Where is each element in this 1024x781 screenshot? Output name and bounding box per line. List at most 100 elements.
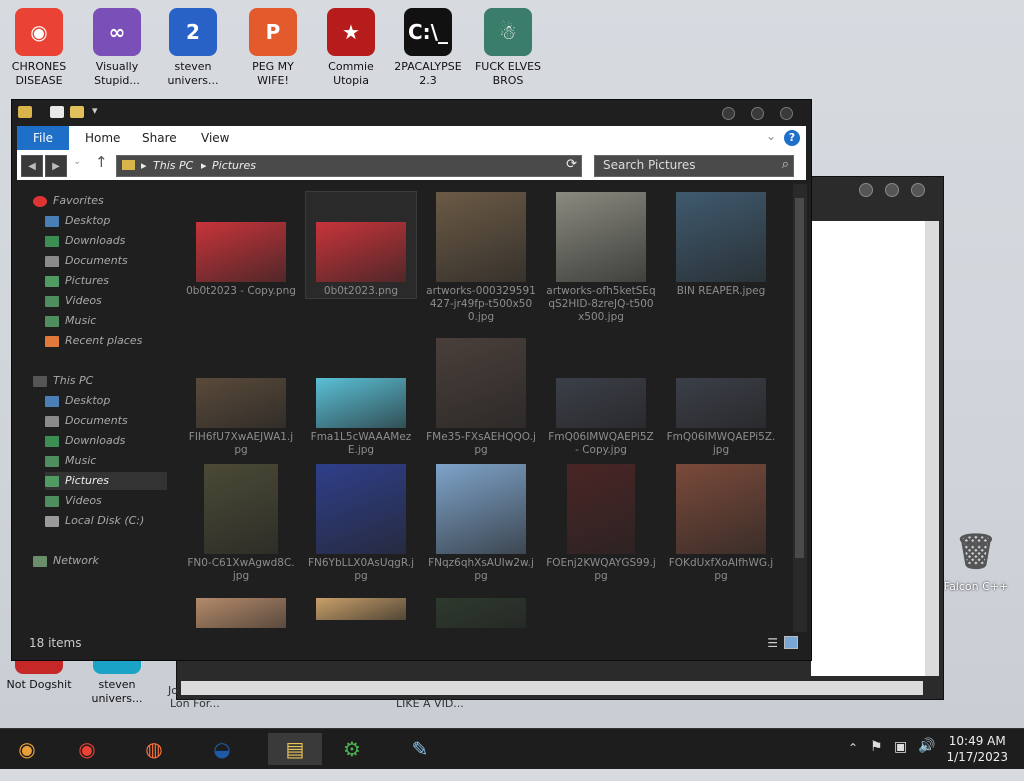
taskbar-network-app-button[interactable]: ⚙: [332, 733, 372, 765]
search-icon[interactable]: ⌕: [782, 157, 789, 172]
file-item[interactable]: [306, 598, 416, 623]
file-item[interactable]: BIN REAPER.jpeg: [666, 192, 776, 298]
file-item[interactable]: FNqz6qhXsAUIw2w.jpg: [426, 464, 536, 583]
taskbar-notepad-button[interactable]: ✎: [400, 733, 440, 765]
file-item[interactable]: 0b0t2023.png: [305, 191, 417, 299]
taskbar-firefox-button[interactable]: ◍: [134, 733, 174, 765]
tab-home[interactable]: Home: [85, 126, 120, 150]
sidebar-item[interactable]: Recent places: [45, 332, 142, 350]
file-item[interactable]: FOEnj2KWQAYGS99.jpg: [546, 464, 656, 583]
desktop-icon[interactable]: C:\_ 2PACALYPSE 2.3: [390, 8, 466, 88]
refresh-icon[interactable]: ⟳: [566, 157, 577, 172]
bg-close-button[interactable]: [911, 183, 925, 197]
file-item[interactable]: artworks-ofh5ketSEqqS2HID-8zreJQ-t500x50…: [546, 192, 656, 324]
sidebar-item[interactable]: Videos: [45, 492, 102, 510]
file-item[interactable]: FN6YbLLX0AsUqgR.jpg: [306, 464, 416, 583]
new-folder-icon[interactable]: [70, 106, 84, 118]
desktop-app-icon: P: [249, 8, 297, 56]
explorer-titlebar[interactable]: ▾: [12, 100, 811, 126]
maximize-button[interactable]: [751, 107, 764, 120]
sidebar-item[interactable]: Network: [33, 552, 99, 570]
desktop-icon-label: Visually Stupid...: [94, 60, 140, 87]
file-item[interactable]: artworks-000329591427-jr49fp-t500x500.jp…: [426, 192, 536, 324]
taskbar-obama-button[interactable]: ◒: [202, 733, 242, 765]
sidebar-item-label: Desktop: [65, 214, 111, 227]
file-name: FOEnj2KWQAYGS99.jpg: [546, 557, 656, 582]
sidebar-item[interactable]: Favorites: [33, 192, 104, 210]
desktop-icon-label: 2PACALYPSE 2.3: [394, 60, 462, 87]
file-item[interactable]: [186, 598, 296, 628]
breadcrumb-pictures[interactable]: Pictures: [212, 159, 256, 172]
desktop-icon-label: CHRONES DISEASE: [11, 60, 67, 87]
bg-vertical-scrollbar[interactable]: [925, 221, 939, 676]
desktop-icon[interactable]: ☃ FUCK ELVES BROS: [470, 8, 546, 88]
up-button[interactable]: ↑: [95, 153, 108, 171]
bg-minimize-button[interactable]: [859, 183, 873, 197]
chevron-down-icon[interactable]: ▾: [92, 104, 98, 117]
folder-icon: [45, 495, 59, 507]
file-item[interactable]: FN0-C61XwAgwd8C.jpg: [186, 464, 296, 583]
tab-view[interactable]: View: [201, 126, 229, 150]
clock[interactable]: 10:49 AM 1/17/2023: [946, 733, 1008, 765]
file-item[interactable]: Fma1L5cWAAAMezE.jpg: [306, 338, 416, 457]
file-item[interactable]: 0b0t2023 - Copy.png: [186, 192, 296, 298]
breadcrumb-this-pc[interactable]: This PC: [153, 159, 193, 172]
sidebar-item[interactable]: Pictures: [45, 472, 167, 490]
recent-locations-icon[interactable]: ⌄: [73, 156, 81, 167]
desktop-icon[interactable]: 2 steven univers...: [155, 8, 231, 88]
ribbon-expand-icon[interactable]: ⌄: [766, 129, 776, 143]
sidebar-item[interactable]: Downloads: [45, 432, 125, 450]
network-icon[interactable]: ▣: [894, 739, 907, 779]
search-box[interactable]: Search Pictures ⌕: [594, 155, 794, 177]
file-item[interactable]: FOKdUxfXoAIfhWG.jpg: [666, 464, 776, 583]
flag-icon[interactable]: ⚑: [870, 739, 883, 779]
desktop-app-icon: ◉: [15, 8, 63, 56]
file-item[interactable]: FMe35-FXsAEHQQO.jpg: [426, 338, 536, 457]
desktop-icon[interactable]: ◉ CHRONES DISEASE: [1, 8, 77, 88]
sidebar-item[interactable]: Local Disk (C:): [45, 512, 144, 530]
sidebar-item[interactable]: Music: [45, 452, 96, 470]
taskbar-chrome-alt-button[interactable]: ◉: [7, 733, 47, 765]
details-view-button[interactable]: ☰: [767, 636, 778, 650]
file-item[interactable]: [426, 598, 536, 628]
minimize-button[interactable]: [722, 107, 735, 120]
scrollbar-thumb[interactable]: [795, 198, 804, 558]
sidebar-item[interactable]: Music: [45, 312, 96, 330]
properties-icon[interactable]: [50, 106, 64, 118]
sidebar-item[interactable]: Desktop: [45, 212, 110, 230]
file-explorer-window[interactable]: ▾ File Home Share View ⌄ ? ◀ ▶ ⌄ ↑ ▸ Thi…: [11, 99, 812, 661]
address-bar[interactable]: ▸ This PC ▸ Pictures ⟳: [116, 155, 582, 177]
folder-icon: [45, 335, 59, 347]
tab-share[interactable]: Share: [142, 126, 177, 150]
back-button[interactable]: ◀: [21, 155, 43, 177]
tab-file[interactable]: File: [17, 126, 69, 150]
close-button[interactable]: [780, 107, 793, 120]
sidebar-item[interactable]: Documents: [45, 412, 128, 430]
large-icons-view-button[interactable]: [784, 636, 798, 649]
file-item[interactable]: FmQ06IMWQAEPi5Z - Copy.jpg: [546, 338, 656, 457]
sidebar-item[interactable]: Downloads: [45, 232, 125, 250]
forward-button[interactable]: ▶: [45, 155, 67, 177]
taskbar-file-explorer-button[interactable]: ▤: [268, 733, 322, 765]
recycle-bin[interactable]: 🗑 Falcon C++: [938, 528, 1014, 594]
sidebar-item[interactable]: Videos: [45, 292, 102, 310]
sidebar-item[interactable]: This PC: [33, 372, 93, 390]
file-item[interactable]: FIH6fU7XwAEJWA1.jpg: [186, 338, 296, 457]
sidebar-item-label: Downloads: [65, 234, 126, 247]
sidebar-item[interactable]: Pictures: [45, 272, 109, 290]
content-scrollbar[interactable]: [793, 184, 807, 632]
tray-overflow-icon[interactable]: ⌃: [848, 741, 858, 781]
sidebar-item[interactable]: Documents: [45, 252, 128, 270]
sidebar-item[interactable]: Desktop: [45, 392, 110, 410]
help-button[interactable]: ?: [784, 130, 800, 146]
file-name: FNqz6qhXsAUIw2w.jpg: [428, 557, 534, 582]
taskbar-chrome-button[interactable]: ◉: [67, 733, 107, 765]
desktop-icon[interactable]: P PEG MY WIFE!: [235, 8, 311, 88]
desktop-icon[interactable]: ★ Commie Utopia: [313, 8, 389, 88]
sidebar-item-label: Pictures: [65, 274, 110, 287]
file-item[interactable]: FmQ06IMWQAEPi5Z.jpg: [666, 338, 776, 457]
bg-maximize-button[interactable]: [885, 183, 899, 197]
bg-horizontal-scrollbar[interactable]: [181, 681, 923, 695]
volume-icon[interactable]: 🔊: [918, 738, 935, 778]
desktop-icon[interactable]: ∞ Visually Stupid...: [79, 8, 155, 88]
